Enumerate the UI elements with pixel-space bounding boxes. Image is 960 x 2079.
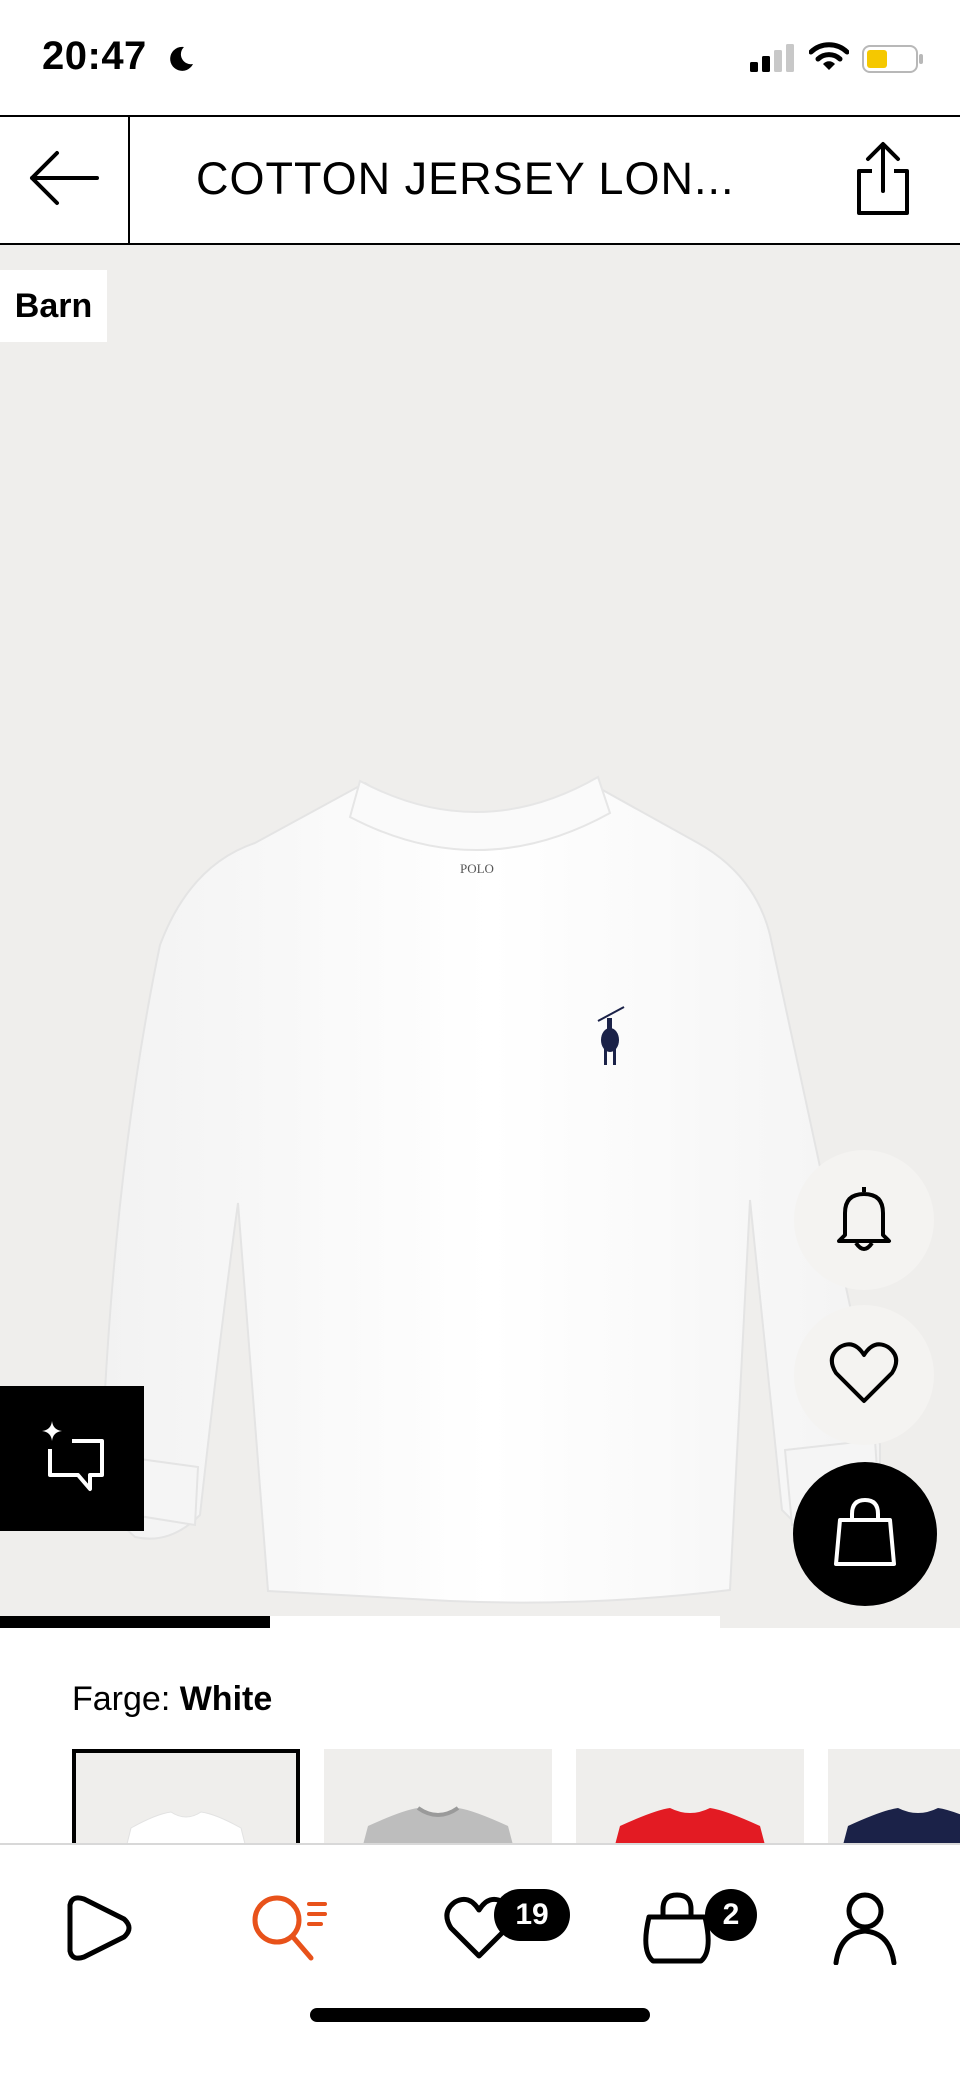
nav-home[interactable] — [42, 1885, 152, 1975]
swatch-tee-grey — [353, 1804, 523, 1844]
notify-button[interactable] — [794, 1150, 934, 1290]
swatch-tee-navy — [833, 1804, 960, 1844]
share-button[interactable] — [848, 141, 918, 221]
arrow-left-icon — [27, 148, 101, 213]
category-badge: Barn — [0, 270, 107, 342]
battery-icon — [862, 45, 924, 78]
shopping-bag-icon — [639, 1891, 715, 1970]
favorites-count-badge: 19 — [494, 1889, 570, 1941]
color-swatches — [72, 1749, 960, 1844]
wifi-icon — [808, 42, 850, 77]
nav-account[interactable] — [810, 1885, 920, 1975]
bottom-navigation: 19 2 — [0, 1843, 960, 2079]
favorite-button[interactable] — [794, 1305, 934, 1445]
image-carousel-progress — [0, 1616, 720, 1628]
product-image: POLO — [50, 525, 910, 1628]
bell-icon — [835, 1183, 893, 1258]
swatch-grey[interactable] — [324, 1749, 552, 1844]
add-to-cart-button[interactable] — [793, 1462, 937, 1606]
sparkle-chat-icon — [38, 1419, 106, 1498]
shirt-label-text: POLO — [460, 861, 494, 876]
color-label: Farge: White — [72, 1680, 272, 1719]
image-carousel-progress-fill — [0, 1616, 270, 1628]
product-image-gallery[interactable]: Barn POLO — [0, 245, 960, 1628]
heart-icon — [828, 1341, 900, 1410]
signal-icon — [750, 44, 794, 77]
cart-count-badge: 2 — [705, 1889, 757, 1941]
back-button[interactable] — [0, 117, 130, 243]
color-label-value: White — [179, 1680, 273, 1718]
swatch-tee-red — [605, 1804, 775, 1844]
nav-search[interactable] — [234, 1885, 344, 1975]
play-logo-icon — [62, 1894, 132, 1966]
moon-icon — [166, 44, 196, 79]
user-icon — [832, 1891, 898, 1970]
status-time: 20:47 — [42, 34, 147, 78]
swatch-tee-white — [111, 1808, 261, 1844]
share-icon — [854, 141, 912, 222]
swatch-red[interactable] — [576, 1749, 804, 1844]
status-bar: 20:47 — [0, 0, 960, 115]
swatch-white[interactable] — [72, 1749, 300, 1844]
swatch-navy[interactable] — [828, 1749, 960, 1844]
home-indicator — [310, 2008, 650, 2022]
page-title: COTTON JERSEY LON... — [196, 153, 735, 204]
shopping-bag-icon — [832, 1496, 898, 1573]
ai-assistant-button[interactable] — [0, 1386, 144, 1531]
product-header: COTTON JERSEY LON... — [0, 115, 960, 245]
color-label-prefix: Farge: — [72, 1680, 171, 1718]
search-icon — [249, 1892, 329, 1969]
